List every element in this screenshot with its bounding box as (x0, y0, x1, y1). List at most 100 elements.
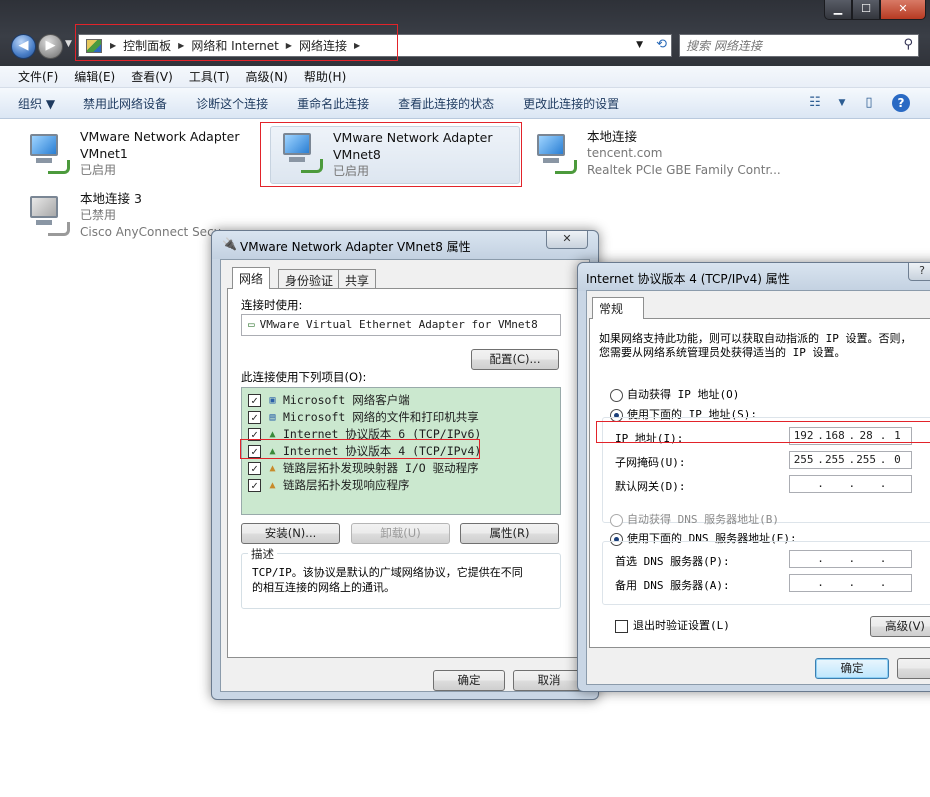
chevron-right-icon[interactable]: ▶ (173, 41, 189, 50)
adapter-name: VMware Network Adapter (80, 129, 240, 144)
list-item[interactable]: ✓ ▲ Internet 协议版本 6 (TCP/IPv6) (242, 426, 560, 443)
list-item[interactable]: ✓ ▲ 链路层拓扑发现响应程序 (242, 477, 560, 494)
adapter-vmnet1[interactable]: VMware Network Adapter VMnet1 已启用 (26, 128, 276, 186)
network-adapter-disabled-icon (26, 192, 76, 240)
network-plug-icon: 🔌 (222, 237, 237, 251)
address-dropdown-icon[interactable]: ▼ (636, 40, 643, 50)
subnet-mask-input[interactable]: 255. 255. 255. 0 (789, 451, 912, 469)
chevron-right-icon[interactable]: ▶ (349, 41, 365, 50)
checkbox-checked-icon[interactable]: ✓ (248, 445, 261, 458)
ipv4-properties-dialog: Internet 协议版本 4 (TCP/IPv4) 属性 ? 常规 如果网络支… (577, 262, 930, 692)
ok-button[interactable]: 确定 (815, 658, 889, 679)
checkbox-checked-icon[interactable]: ✓ (248, 479, 261, 492)
uninstall-button: 卸载(U) (351, 523, 450, 544)
checkbox-checked-icon[interactable]: ✓ (248, 394, 261, 407)
validate-on-exit-option[interactable]: 退出时验证设置(L) (615, 617, 730, 633)
search-box[interactable]: ⚲ (679, 34, 919, 57)
menu-advanced[interactable]: 高级(N) (238, 68, 296, 85)
view-options-icon[interactable]: ☷ (806, 94, 824, 112)
list-item[interactable]: ✓ ▣ Microsoft 网络客户端 (242, 392, 560, 409)
ip-address-label: IP 地址(I): (615, 432, 684, 445)
breadcrumb-network-internet[interactable]: 网络和 Internet (189, 37, 280, 54)
adapter-domain: tencent.com (587, 146, 663, 160)
adapter-device: VMnet8 (333, 147, 381, 162)
chevron-right-icon[interactable]: ▶ (281, 41, 297, 50)
tab-panel: 连接时使用: ▭ VMware Virtual Ethernet Adapter … (227, 288, 579, 658)
close-button[interactable]: ✕ (880, 0, 926, 20)
auto-ip-option[interactable]: 自动获得 IP 地址(O) (610, 386, 739, 402)
tab-sharing[interactable]: 共享 (338, 269, 377, 289)
menu-view[interactable]: 查看(V) (123, 68, 181, 85)
dialog-body: 网络 身份验证 共享 连接时使用: ▭ VMware Virtual Ethern… (220, 259, 590, 692)
tab-general[interactable]: 常规 (592, 297, 644, 319)
breadcrumb-control-panel[interactable]: 控制面板 (121, 37, 173, 54)
ip-address-input[interactable]: 192. 168. 28. 1 (789, 427, 912, 445)
preview-pane-icon[interactable]: ▯ (860, 94, 878, 112)
adapter-status: 已禁用 (80, 208, 117, 222)
checkbox-unchecked-icon[interactable] (615, 619, 628, 633)
network-adapter-icon (533, 130, 583, 178)
search-icon[interactable]: ⚲ (903, 37, 913, 52)
view-controls: ☷ ▼ ▯ ? (806, 94, 910, 112)
connect-using-label: 连接时使用: (241, 298, 303, 312)
adapter-name: 本地连接 (587, 129, 638, 144)
radio-off-icon[interactable] (610, 388, 623, 402)
preferred-dns-input[interactable]: ... (789, 550, 912, 568)
configure-button[interactable]: 配置(C)... (471, 349, 559, 370)
address-bar[interactable]: ▶ 控制面板 ▶ 网络和 Internet ▶ 网络连接 ▶ ▼ ⟲ (78, 34, 672, 57)
adapter-local-connection[interactable]: 本地连接 tencent.com Realtek PCIe GBE Family… (533, 128, 803, 186)
forward-button[interactable]: ▶ (38, 34, 63, 59)
recent-pages-dropdown[interactable]: ▼ (65, 39, 72, 49)
search-input[interactable] (680, 35, 890, 56)
diagnose-button[interactable]: 诊断这个连接 (196, 95, 268, 112)
tab-networking[interactable]: 网络 (232, 267, 271, 289)
list-item-ipv4[interactable]: ✓ ▲ Internet 协议版本 4 (TCP/IPv4) (242, 443, 560, 460)
change-settings-button[interactable]: 更改此连接的设置 (523, 95, 619, 112)
list-item[interactable]: ✓ ▲ 链路层拓扑发现映射器 I/O 驱动程序 (242, 460, 560, 477)
dialog-title-bar: 🔌 VMware Network Adapter VMnet8 属性 ✕ (212, 231, 598, 259)
view-status-button[interactable]: 查看此连接的状态 (398, 95, 494, 112)
adapter-name-value: VMware Virtual Ethernet Adapter for VMne… (259, 318, 538, 331)
tab-authentication[interactable]: 身份验证 (278, 269, 341, 289)
refresh-icon[interactable]: ⟲ (656, 37, 667, 52)
checkbox-checked-icon[interactable]: ✓ (248, 411, 261, 424)
protocol-icon: ▲ (269, 479, 276, 491)
checkbox-checked-icon[interactable]: ✓ (248, 428, 261, 441)
disable-device-button[interactable]: 禁用此网络设备 (83, 95, 167, 112)
dialog-close-button[interactable]: ✕ (546, 231, 588, 249)
adapter-vmnet8[interactable]: VMware Network Adapter VMnet8 已启用 (270, 126, 520, 184)
list-item[interactable]: ✓ ▤ Microsoft 网络的文件和打印机共享 (242, 409, 560, 426)
cancel-button[interactable] (897, 658, 930, 679)
cancel-button[interactable]: 取消 (513, 670, 585, 691)
maximize-button[interactable]: ☐ (852, 0, 880, 20)
rename-button[interactable]: 重命名此连接 (297, 95, 369, 112)
menu-help[interactable]: 帮助(H) (296, 68, 354, 85)
organize-button[interactable]: 组织 ▼ (18, 95, 55, 112)
properties-button[interactable]: 属性(R) (460, 523, 559, 544)
advanced-button[interactable]: 高级(V) (870, 616, 930, 637)
network-adapter-icon (26, 130, 76, 178)
dialog-body: 常规 如果网络支持此功能，则可以获取自动指派的 IP 设置。否则， 您需要从网络… (586, 290, 930, 685)
ok-button[interactable]: 确定 (433, 670, 505, 691)
breadcrumb-network-connections[interactable]: 网络连接 (297, 37, 349, 54)
dialog-title: Internet 协议版本 4 (TCP/IPv4) 属性 (586, 272, 790, 286)
back-button[interactable]: ◀ (11, 34, 36, 59)
menu-edit[interactable]: 编辑(E) (66, 68, 123, 85)
alternate-dns-input[interactable]: ... (789, 574, 912, 592)
subnet-mask-label: 子网掩码(U): (615, 456, 686, 469)
description-title: 描述 (248, 546, 277, 562)
help-button[interactable]: ? (908, 263, 930, 281)
adapter-name: 本地连接 3 (80, 191, 142, 206)
chevron-right-icon[interactable]: ▶ (105, 41, 121, 50)
checkbox-checked-icon[interactable]: ✓ (248, 462, 261, 475)
gateway-input[interactable]: ... (789, 475, 912, 493)
install-button[interactable]: 安装(N)... (241, 523, 340, 544)
chevron-down-icon[interactable]: ▼ (838, 94, 846, 112)
help-icon[interactable]: ? (892, 94, 910, 112)
menu-file[interactable]: 文件(F) (10, 68, 66, 85)
menu-tools[interactable]: 工具(T) (181, 68, 238, 85)
adapter-name-field: ▭ VMware Virtual Ethernet Adapter for VMn… (241, 314, 561, 336)
minimize-button[interactable]: ▁ (824, 0, 852, 20)
components-list[interactable]: ✓ ▣ Microsoft 网络客户端 ✓ ▤ Microsoft 网络的文件和打印机共… (241, 387, 561, 515)
adapter-properties-dialog: 🔌 VMware Network Adapter VMnet8 属性 ✕ 网络 … (211, 230, 599, 700)
